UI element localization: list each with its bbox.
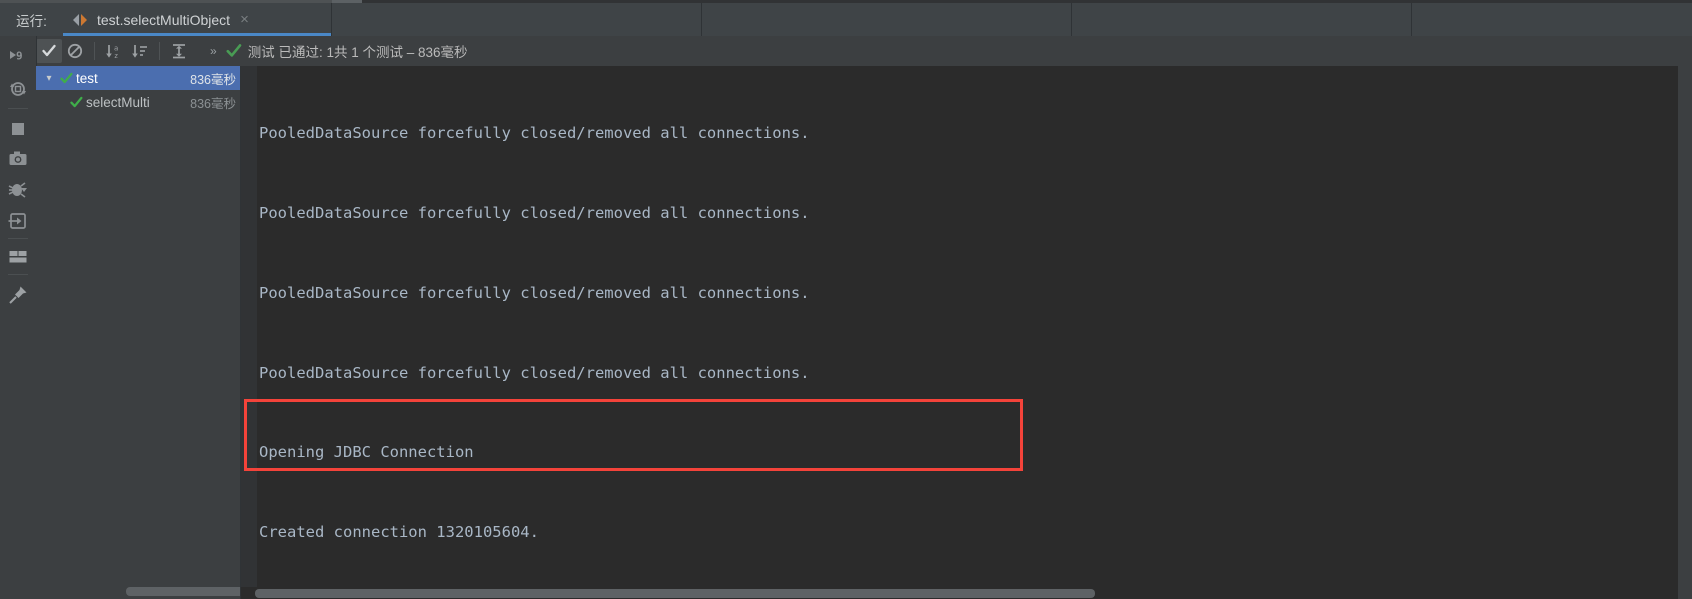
toolbar-divider-1 <box>94 42 95 60</box>
run-tab-slot-3 <box>702 3 1072 36</box>
camera-icon[interactable] <box>7 148 29 170</box>
check-icon <box>42 44 56 57</box>
run-tool-window-label: 运行: <box>16 13 47 29</box>
hide-ignored-button[interactable] <box>62 39 88 63</box>
console-line: PooledDataSource forcefully closed/remov… <box>259 124 810 143</box>
run-tab-slot-2 <box>332 3 702 36</box>
run-tool-window-label-cell: 运行: <box>0 3 63 36</box>
sort-alphabetically-button[interactable]: a z <box>101 39 127 63</box>
svg-text:z: z <box>114 52 118 60</box>
tree-row-test[interactable]: ▾ test 836毫秒 <box>36 66 240 90</box>
sort-alpha-icon: a z <box>106 44 118 60</box>
pin-icon[interactable] <box>7 284 29 306</box>
no-entry-icon <box>67 43 83 59</box>
show-passed-toggle[interactable] <box>36 39 62 63</box>
console-line: Opening JDBC Connection <box>259 443 474 462</box>
console-horizontal-scrollbar-thumb[interactable] <box>255 589 1095 598</box>
run-tool-window-header: 运行: test.selectMultiObject × <box>0 3 1692 36</box>
test-runner-side-rail: 9 <box>0 36 37 599</box>
run-tab-test-selectmultiobject[interactable]: test.selectMultiObject × <box>63 3 332 36</box>
tree-horizontal-scrollbar-thumb[interactable] <box>126 587 240 596</box>
tree-row-selectmulti[interactable]: selectMulti 836毫秒 <box>36 90 240 114</box>
stop-icon[interactable] <box>7 118 29 140</box>
run-tab-slot-4 <box>1072 3 1412 36</box>
test-results-tree[interactable]: ▾ test 836毫秒 selectMulti 836毫秒 <box>36 66 241 599</box>
collapse-icon <box>173 43 185 58</box>
console-output-panel[interactable]: PooledDataSource forcefully closed/remov… <box>241 66 1692 599</box>
sort-by-duration-button[interactable] <box>127 39 153 63</box>
test-runner-toolbar: a z » 测试 已通过: 1共 1 个测试 – 836毫秒 <box>0 36 1692 67</box>
console-gutter <box>241 66 258 599</box>
svg-text:9: 9 <box>16 50 23 63</box>
tree-row-label: selectMulti <box>86 94 150 110</box>
layout-icon[interactable] <box>7 246 29 268</box>
toolbar-divider-2 <box>159 42 160 60</box>
console-line: PooledDataSource forcefully closed/remov… <box>259 363 810 382</box>
tree-horizontal-scrollbar-track[interactable] <box>36 585 240 599</box>
export-icon[interactable] <box>7 210 29 232</box>
tree-row-duration: 836毫秒 <box>190 72 236 87</box>
bug-icon[interactable] <box>7 179 29 201</box>
test-passed-icon <box>66 96 86 109</box>
chevron-down-icon[interactable]: ▾ <box>42 73 56 84</box>
run-tab-title: test.selectMultiObject <box>97 11 231 28</box>
tree-row-label: test <box>76 70 98 86</box>
rail-divider-1 <box>8 108 28 110</box>
console-horizontal-scrollbar-track[interactable] <box>241 587 1692 599</box>
console-text: PooledDataSource forcefully closed/remov… <box>257 66 1692 599</box>
console-line: PooledDataSource forcefully closed/remov… <box>259 283 810 302</box>
run-tab-slot-5 <box>1412 3 1692 36</box>
auto-test-icon[interactable] <box>7 78 29 100</box>
run-configuration-icon <box>73 13 89 27</box>
close-icon[interactable]: × <box>238 12 251 27</box>
toolbar-overflow-button[interactable]: » <box>206 44 220 58</box>
rail-divider-2 <box>8 238 28 240</box>
sort-duration-icon <box>132 44 147 58</box>
console-line: PooledDataSource forcefully closed/remov… <box>259 203 810 222</box>
test-passed-icon <box>56 72 76 85</box>
tree-row-duration: 836毫秒 <box>190 96 236 111</box>
rail-divider-3 <box>8 274 28 276</box>
test-status-text: 测试 已通过: 1共 1 个测试 – 836毫秒 <box>247 45 468 60</box>
console-line: Created connection 1320105604. <box>259 523 539 542</box>
rerun-failed-icon[interactable]: 9 <box>7 46 29 68</box>
test-passed-icon <box>226 44 241 57</box>
right-edge-filler <box>1678 66 1692 599</box>
expand-collapse-button[interactable] <box>166 39 192 63</box>
